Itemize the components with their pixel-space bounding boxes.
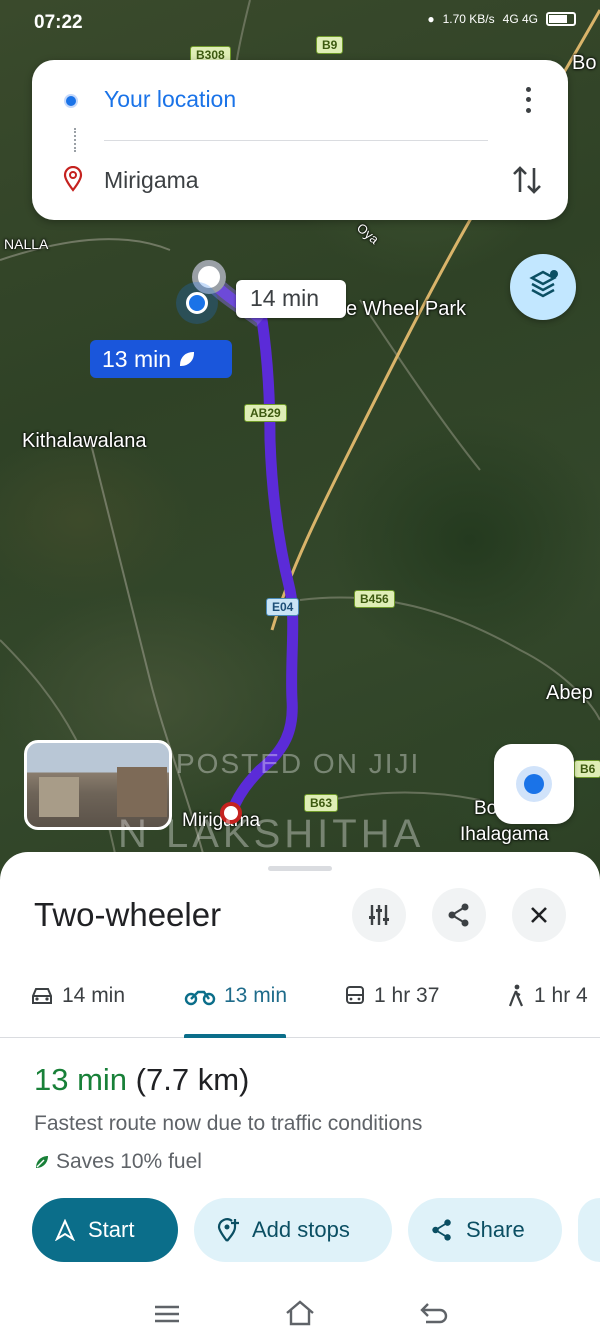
status-icons: ● 1.70 KB/s 4G 4G <box>427 12 576 26</box>
more-dot-icon <box>525 97 531 103</box>
road-shield-b63: B63 <box>304 794 339 812</box>
status-bar: 07:22 ● 1.70 KB/s 4G 4G <box>0 0 600 48</box>
map-label-bo: Bo <box>572 52 597 74</box>
status-time: 07:22 <box>34 12 83 33</box>
close-button[interactable] <box>512 888 566 942</box>
tab-walking[interactable]: 1 hr 4 <box>506 984 588 1008</box>
route-options-button[interactable] <box>352 888 406 942</box>
walk-icon <box>508 984 524 1007</box>
transit-icon <box>346 986 364 1004</box>
tab-driving[interactable]: 14 min <box>30 984 125 1008</box>
start-marker[interactable] <box>192 260 226 294</box>
travel-mode-title: Two-wheeler <box>34 896 222 933</box>
more-dot-icon <box>525 86 531 92</box>
navigation-arrow-icon <box>55 1219 75 1241</box>
tab-two-wheeler-label: 13 min <box>224 984 288 1007</box>
eta-distance: (7.7 km) <box>135 1062 250 1097</box>
sheet-drag-handle[interactable] <box>268 866 332 871</box>
car-icon <box>32 988 52 1004</box>
leaf-icon <box>179 346 195 373</box>
tab-transit-label: 1 hr 37 <box>374 984 440 1007</box>
system-nav-bar <box>0 1284 600 1344</box>
close-icon <box>531 907 547 923</box>
fuel-savings-text: Saves 10% fuel <box>56 1150 202 1173</box>
road-shield-b9: B9 <box>316 36 344 54</box>
layers-button[interactable] <box>510 254 576 320</box>
route-connector <box>74 128 76 152</box>
destination-field[interactable]: Mirigama <box>104 167 199 194</box>
share-icon <box>448 903 469 927</box>
share-icon <box>432 1219 451 1241</box>
map-label-nalla: NALLA <box>4 236 49 252</box>
share-route-button[interactable] <box>432 888 486 942</box>
road-shield-ab29: AB29 <box>244 404 287 422</box>
alt-route-time-bubble[interactable]: 14 min <box>236 280 346 318</box>
motorcycle-icon <box>184 990 216 1006</box>
street-view-building <box>39 777 79 817</box>
tab-transit[interactable]: 1 hr 37 <box>344 984 439 1008</box>
street-view-building-2 <box>117 767 167 817</box>
fuel-savings: Saves 10% fuel <box>34 1150 202 1174</box>
share-button[interactable]: Share <box>408 1198 562 1262</box>
tab-driving-label: 14 min <box>62 984 126 1007</box>
origin-dot-icon <box>64 94 78 108</box>
tab-two-wheeler[interactable]: 13 min <box>184 984 287 1008</box>
destination-pin-icon <box>62 165 84 197</box>
location-status-icon: ● <box>427 12 435 26</box>
more-options-button[interactable] <box>516 84 540 116</box>
route-summary: 13 min (7.7 km) <box>34 1062 249 1098</box>
map-label-ihalagama: Ihalagama <box>460 824 549 845</box>
watermark-posted: POSTED ON JIJI <box>176 748 421 779</box>
network-speed: 1.70 KB/s <box>442 12 495 26</box>
current-location-dot <box>186 292 208 314</box>
layers-icon <box>529 270 558 298</box>
more-actions-button[interactable] <box>578 1198 600 1262</box>
add-stop-icon <box>217 1218 239 1242</box>
main-route-time: 13 min <box>102 345 172 372</box>
active-tab-indicator <box>184 1034 286 1038</box>
directions-sheet: Two-wheeler 14 min 13 min 1 hr 37 1 hr 4… <box>0 852 600 1344</box>
origin-field[interactable]: Your location <box>104 86 236 113</box>
watermark-name: N LAKSHITHA <box>118 812 425 856</box>
travel-mode-tabs: 14 min 13 min 1 hr 37 1 hr 4 <box>0 974 600 1038</box>
tune-icon <box>369 905 389 925</box>
swap-icon <box>513 166 541 194</box>
start-button-label: Start <box>88 1217 135 1242</box>
my-location-button[interactable] <box>494 744 574 824</box>
action-buttons: Start Add stops Share <box>0 1198 600 1262</box>
signal-indicator: 4G 4G <box>502 12 538 26</box>
road-shield-e04: E04 <box>266 598 300 616</box>
field-divider <box>104 140 488 141</box>
my-location-icon <box>524 774 544 794</box>
leaf-icon <box>36 1156 48 1168</box>
back-icon[interactable] <box>418 1300 448 1328</box>
road-shield-b456: B456 <box>354 590 395 608</box>
menu-icon[interactable] <box>152 1302 182 1326</box>
more-dot-icon <box>525 108 531 114</box>
add-stops-label: Add stops <box>252 1217 350 1242</box>
eta-time: 13 min <box>34 1062 128 1097</box>
share-button-label: Share <box>466 1217 525 1242</box>
map-label-wheel-park: e Wheel Park <box>346 298 467 320</box>
main-route-time-bubble[interactable]: 13 min <box>90 340 232 378</box>
map-label-kithalawalana: Kithalawalana <box>22 430 147 452</box>
home-icon[interactable] <box>284 1298 316 1328</box>
tab-walking-label: 1 hr 4 <box>534 984 588 1007</box>
swap-button[interactable] <box>510 160 544 205</box>
road-shield-b6: B6 <box>574 760 600 778</box>
map-label-abep: Abep <box>546 682 593 704</box>
start-button[interactable]: Start <box>32 1198 178 1262</box>
add-stops-button[interactable]: Add stops <box>194 1198 392 1262</box>
route-reason: Fastest route now due to traffic conditi… <box>34 1112 423 1135</box>
battery-icon <box>546 12 576 26</box>
